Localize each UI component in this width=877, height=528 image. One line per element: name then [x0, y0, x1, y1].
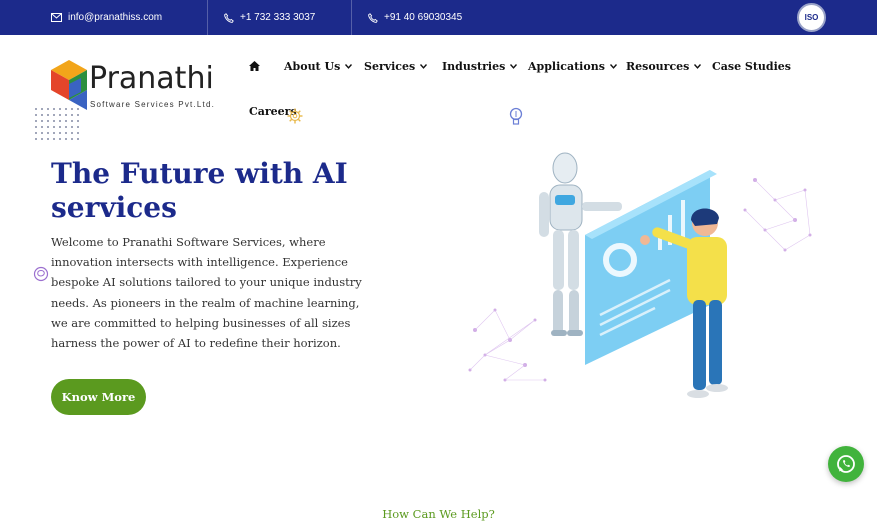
lightbulb-icon: [509, 107, 523, 125]
nav-services[interactable]: Services: [364, 60, 428, 73]
phone-in-link[interactable]: +91 40 69030345: [368, 0, 462, 35]
whatsapp-icon: [837, 455, 855, 473]
nav-case-studies[interactable]: Case Studies: [712, 60, 791, 73]
logo-cube-icon: [51, 60, 87, 110]
topbar-divider: [207, 0, 208, 35]
hero-title: The Future with AI services: [51, 157, 348, 224]
chevron-down-icon: [609, 64, 617, 69]
whatsapp-button[interactable]: [828, 446, 864, 482]
email-text: info@pranathiss.com: [68, 12, 163, 23]
nav-label: Industries: [442, 60, 506, 73]
logo-name: Pranathi: [89, 61, 214, 96]
phone-icon: [224, 12, 234, 23]
hero-description: Welcome to Pranathi Software Services, w…: [51, 235, 362, 351]
phone-us-text: +1 732 333 3037: [240, 12, 316, 23]
phone-us-link[interactable]: +1 732 333 3037: [224, 0, 315, 35]
nav-home[interactable]: [249, 61, 260, 71]
nav-applications[interactable]: Applications: [528, 60, 617, 73]
know-more-button[interactable]: Know More: [51, 379, 146, 415]
nav-label: Case Studies: [712, 60, 791, 73]
brain-icon: [33, 266, 49, 282]
home-icon: [249, 61, 260, 71]
chevron-down-icon: [510, 64, 518, 69]
logo-tagline: Software Services Pvt.Ltd.: [90, 100, 216, 109]
nav-label: Resources: [626, 60, 690, 73]
decorative-dot-grid: [33, 106, 83, 144]
chevron-down-icon: [420, 64, 428, 69]
nav-resources[interactable]: Resources: [626, 60, 702, 73]
iso-label: ISO: [804, 13, 819, 22]
ai-robot-illustration: [468, 140, 812, 398]
section-heading-help: How Can We Help?: [382, 507, 495, 521]
chevron-down-icon: [694, 64, 702, 69]
top-bar: info@pranathiss.com +1 732 333 3037 +91 …: [0, 0, 877, 35]
logo[interactable]: Pranathi Software Services Pvt.Ltd.: [51, 60, 241, 112]
nav-label: Services: [364, 60, 416, 73]
nav-about-us[interactable]: About Us: [284, 60, 353, 73]
email-link[interactable]: info@pranathiss.com: [51, 0, 162, 35]
chevron-down-icon: [345, 64, 353, 69]
phone-in-text: +91 40 69030345: [384, 12, 463, 23]
iso-badge-icon: ISO: [797, 3, 826, 32]
phone-icon: [368, 12, 378, 23]
nav-label: About Us: [284, 60, 341, 73]
nav-industries[interactable]: Industries: [442, 60, 518, 73]
mail-icon: [51, 13, 62, 22]
nav-label: Applications: [528, 60, 605, 73]
topbar-divider: [351, 0, 352, 35]
gear-icon: [287, 108, 303, 124]
